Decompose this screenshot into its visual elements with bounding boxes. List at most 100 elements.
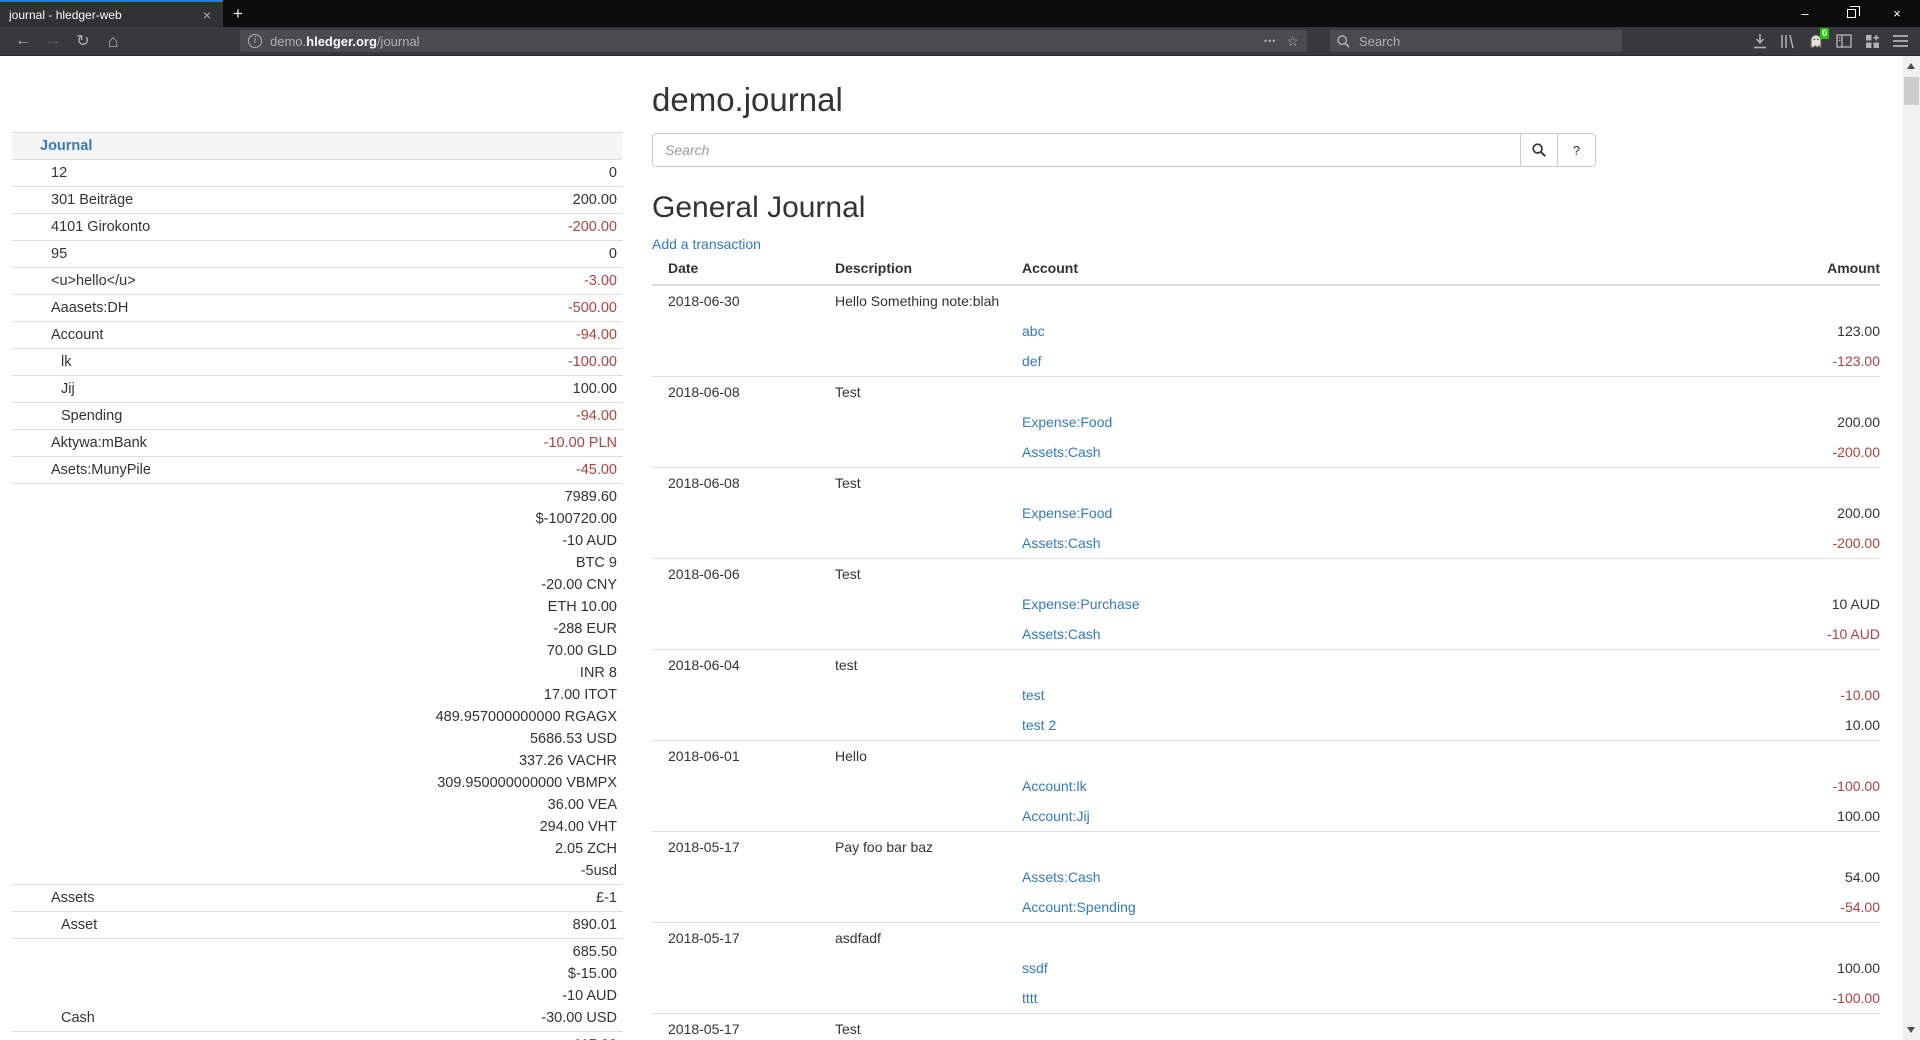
extension-button[interactable]: 0	[1802, 29, 1830, 53]
browser-search-input[interactable]	[1357, 33, 1587, 50]
account-balance: 70.00 GLD	[436, 640, 617, 662]
sidebar-account-link[interactable]: 12	[22, 162, 609, 184]
downloads-button[interactable]	[1746, 29, 1774, 53]
new-tab-button[interactable]: +	[223, 0, 253, 27]
sidebar-account-link[interactable]: Asset	[22, 914, 573, 936]
account-balances: 200.00	[573, 189, 617, 211]
sidebar-account-link[interactable]: Asets:MunyPile	[22, 459, 576, 481]
main-content: demo.journal ? General Journal Add a tra…	[652, 56, 1880, 1040]
transaction-header-line: 2018-06-04test	[652, 650, 1880, 680]
sidebar-account-link[interactable]: Assets	[22, 887, 596, 909]
sidebar-account-link[interactable]: 4101 Girokonto	[22, 216, 568, 238]
sidebar-account-link[interactable]: Spending	[22, 405, 576, 427]
sidebar-account-link[interactable]: lk	[22, 351, 568, 373]
account-balances: -117.00	[569, 1034, 617, 1040]
posting-account-link[interactable]: test	[1022, 687, 1045, 703]
account-balances: 0	[609, 162, 617, 184]
sidebar-account-link[interactable]: Jij	[22, 378, 573, 400]
posting-account-link[interactable]: def	[1022, 353, 1041, 369]
sidebar-toggle-icon	[1836, 34, 1852, 48]
account-balance: £-1	[596, 887, 617, 909]
account-balance: 17.00 ITOT	[436, 684, 617, 706]
journal-link[interactable]: Journal	[22, 135, 617, 157]
library-button[interactable]	[1774, 29, 1802, 53]
sidebar-account-link[interactable]: Aktywa:mBank	[22, 432, 544, 454]
account-balance: 36.00 VEA	[436, 794, 617, 816]
page-viewport: Journal 120301 Beiträge200.004101 Giroko…	[0, 56, 1920, 1040]
posting-account-link[interactable]: Expense:Purchase	[1022, 596, 1140, 612]
search-help-button[interactable]: ?	[1558, 133, 1596, 167]
account-balance: 0	[609, 243, 617, 265]
tab-close-icon[interactable]: ×	[200, 8, 214, 22]
account-balance: 200.00	[573, 189, 617, 211]
browser-search-bar[interactable]	[1330, 30, 1622, 52]
posting-account-link[interactable]: tttt	[1022, 990, 1038, 1006]
window-restore-button[interactable]	[1828, 0, 1874, 27]
journal-search-button[interactable]	[1520, 133, 1558, 167]
journal-search-input[interactable]	[652, 133, 1520, 167]
posting-line: ssdf100.00	[652, 953, 1880, 983]
account-balance: -45.00	[576, 459, 617, 481]
sidebar-header-row: Journal	[12, 132, 622, 159]
scroll-down-arrow-icon[interactable]	[1907, 1027, 1915, 1033]
extensions-grid-button[interactable]	[1858, 29, 1886, 53]
site-info-icon[interactable]: i	[248, 34, 262, 48]
posting-account-cell: test	[1022, 680, 1720, 710]
sidebar-account-link	[22, 486, 436, 882]
page-scrollbar[interactable]	[1903, 56, 1920, 1040]
posting-account-link[interactable]: Assets:Cash	[1022, 869, 1101, 885]
window-minimize-button[interactable]: –	[1782, 0, 1828, 27]
posting-account-link[interactable]: Expense:Food	[1022, 414, 1112, 430]
sidebar-toggle-button[interactable]	[1830, 29, 1858, 53]
posting-account-link[interactable]: abc	[1022, 323, 1045, 339]
posting-account-cell: Account:Spending	[1022, 892, 1720, 922]
sidebar-account-row: Assets£-1	[12, 884, 622, 911]
sidebar-account-row: 4101 Girokonto-200.00	[12, 213, 622, 240]
sidebar-account-link[interactable]: 301 Beiträge	[22, 189, 573, 211]
transaction-header-line: 2018-06-30Hello Something note:blah	[652, 286, 1880, 316]
grid-plus-icon	[1865, 34, 1880, 49]
posting-account-link[interactable]: Assets:Cash	[1022, 626, 1101, 642]
account-balances: 100.00	[573, 378, 617, 400]
transaction-date: 2018-06-01	[652, 741, 835, 771]
sidebar-account-link[interactable]: Cash	[22, 1007, 541, 1029]
scroll-up-arrow-icon[interactable]	[1907, 63, 1915, 69]
posting-line: abc123.00	[652, 316, 1880, 346]
page-actions-icon[interactable]: •••	[1264, 36, 1276, 46]
menu-button[interactable]	[1886, 29, 1914, 53]
bookmark-star-icon[interactable]: ☆	[1286, 33, 1299, 50]
url-bar[interactable]: i demo.hledger.org/journal ••• ☆	[240, 30, 1307, 52]
home-button[interactable]: ⌂	[98, 29, 128, 53]
posting-account-link[interactable]: Assets:Cash	[1022, 535, 1101, 551]
posting-amount: -54.00	[1720, 892, 1880, 922]
posting-account-link[interactable]: Account:Spending	[1022, 899, 1136, 915]
account-balance: -5usd	[436, 860, 617, 882]
sidebar-account-link[interactable]: <u>hello</u>	[22, 270, 584, 292]
back-button[interactable]: ←	[8, 29, 38, 53]
posting-account-link[interactable]: test 2	[1022, 717, 1056, 733]
account-balances: -45.00	[576, 459, 617, 481]
sidebar-account-link[interactable]: Aaasets:DH	[22, 297, 568, 319]
sidebar-account-link[interactable]: Account	[22, 324, 576, 346]
transaction-date: 2018-06-06	[652, 559, 835, 589]
posting-line: Expense:Food200.00	[652, 498, 1880, 528]
posting-line: def-123.00	[652, 346, 1880, 376]
sidebar-account-row: Jij100.00	[12, 375, 622, 402]
account-balance: 337.26 VACHR	[436, 750, 617, 772]
account-balance: 309.950000000000 VBMPX	[436, 772, 617, 794]
posting-account-link[interactable]: Expense:Food	[1022, 505, 1112, 521]
browser-tab[interactable]: journal - hledger-web ×	[0, 0, 223, 27]
posting-account-link[interactable]: Assets:Cash	[1022, 444, 1101, 460]
forward-button[interactable]: →	[38, 29, 68, 53]
posting-account-link[interactable]: Account:Jij	[1022, 808, 1090, 824]
sidebar-account-link	[22, 1034, 569, 1040]
transaction-date: 2018-06-08	[652, 468, 835, 498]
posting-account-cell: test 2	[1022, 710, 1720, 740]
sidebar-account-link[interactable]: 95	[22, 243, 609, 265]
scrollbar-thumb[interactable]	[1904, 77, 1919, 105]
window-close-button[interactable]: ×	[1874, 0, 1920, 27]
add-transaction-link[interactable]: Add a transaction	[652, 234, 761, 254]
reload-button[interactable]: ↻	[68, 29, 98, 53]
posting-account-link[interactable]: ssdf	[1022, 960, 1048, 976]
posting-account-link[interactable]: Account:lk	[1022, 778, 1087, 794]
